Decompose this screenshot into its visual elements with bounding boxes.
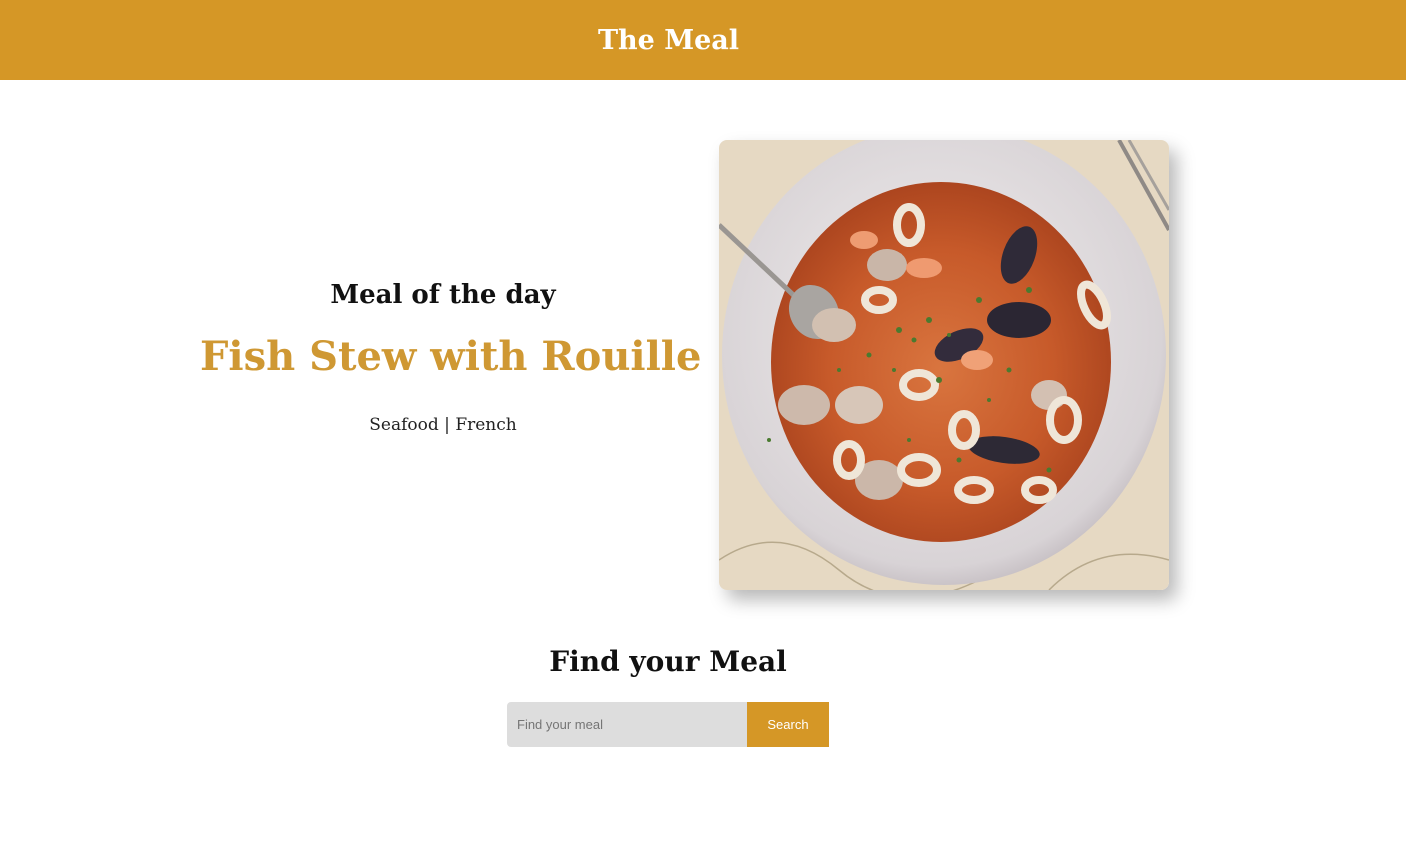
meal-of-the-day-heading: Meal of the day (330, 280, 556, 310)
meal-tags-separator: | (444, 415, 450, 435)
meal-search-form: Search (507, 702, 829, 747)
find-meal-heading: Find your Meal (549, 645, 787, 678)
meal-of-the-day-section: Meal of the day Fish Stew with Rouille S… (200, 280, 702, 435)
meal-search-input[interactable] (507, 702, 747, 747)
meal-tags: Seafood | French (200, 415, 686, 435)
search-button[interactable]: Search (747, 702, 829, 747)
meal-name: Fish Stew with Rouille (200, 333, 702, 380)
meal-area: French (455, 415, 517, 435)
meal-photo (719, 140, 1169, 590)
site-title: The Meal (597, 24, 740, 56)
meal-category: Seafood (369, 415, 439, 435)
site-header: The Meal (0, 0, 1406, 80)
